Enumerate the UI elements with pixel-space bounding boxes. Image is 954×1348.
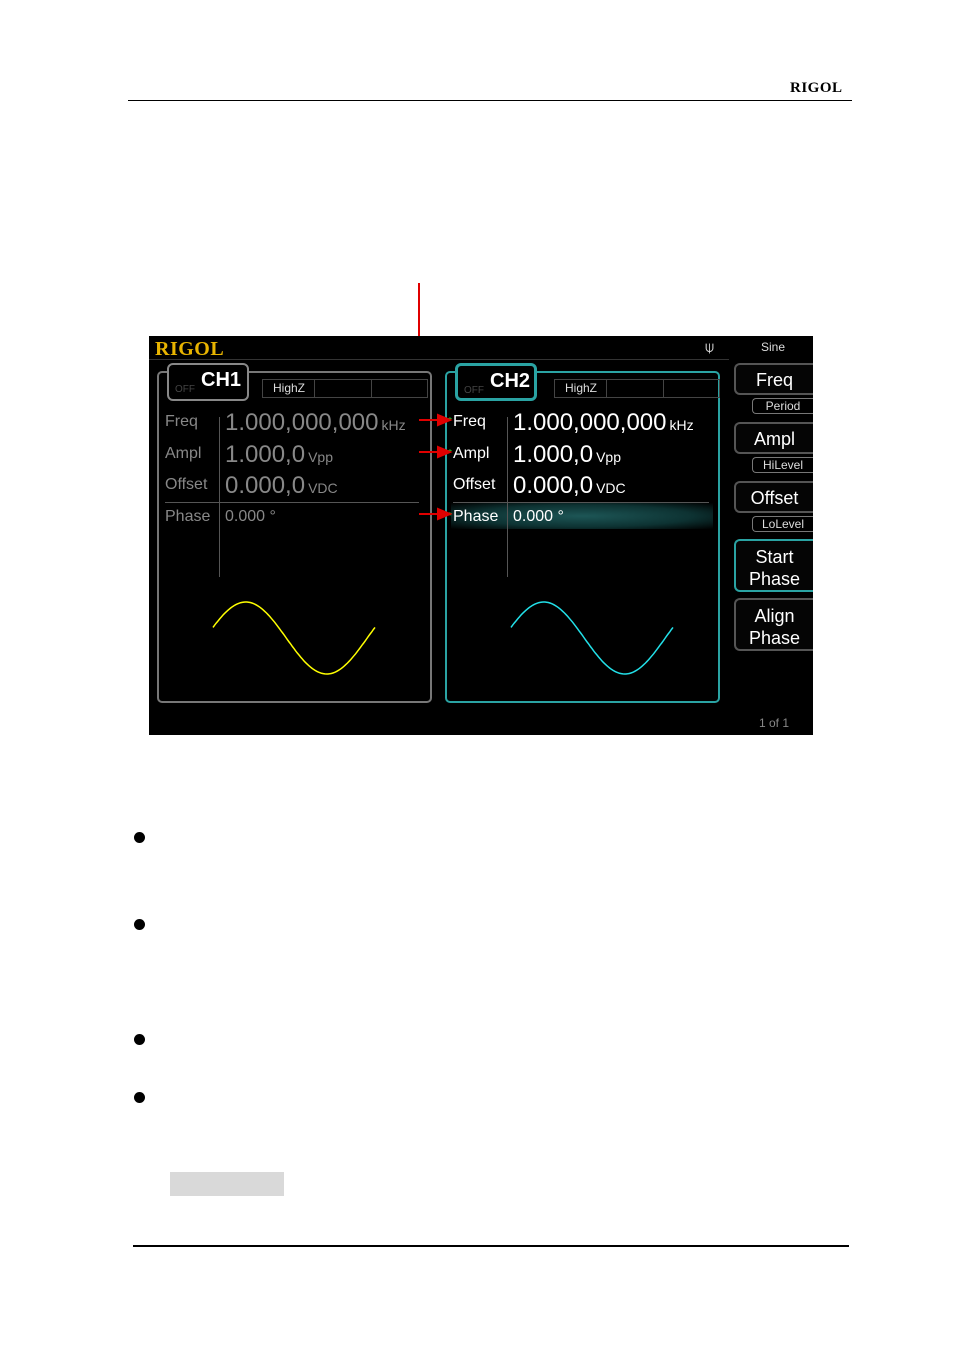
arrow-ampl-head: [437, 445, 453, 459]
highlight-box: [170, 1172, 284, 1196]
arrow-freq-head: [437, 413, 453, 427]
bullet-3: [134, 1034, 145, 1045]
bullet-1: [134, 832, 145, 843]
bullet-2: [134, 919, 145, 930]
bullet-4: [134, 1092, 145, 1103]
arrow-phase-head: [437, 507, 453, 521]
callout-arrows: [419, 413, 453, 521]
footer-rule: [133, 1245, 849, 1247]
